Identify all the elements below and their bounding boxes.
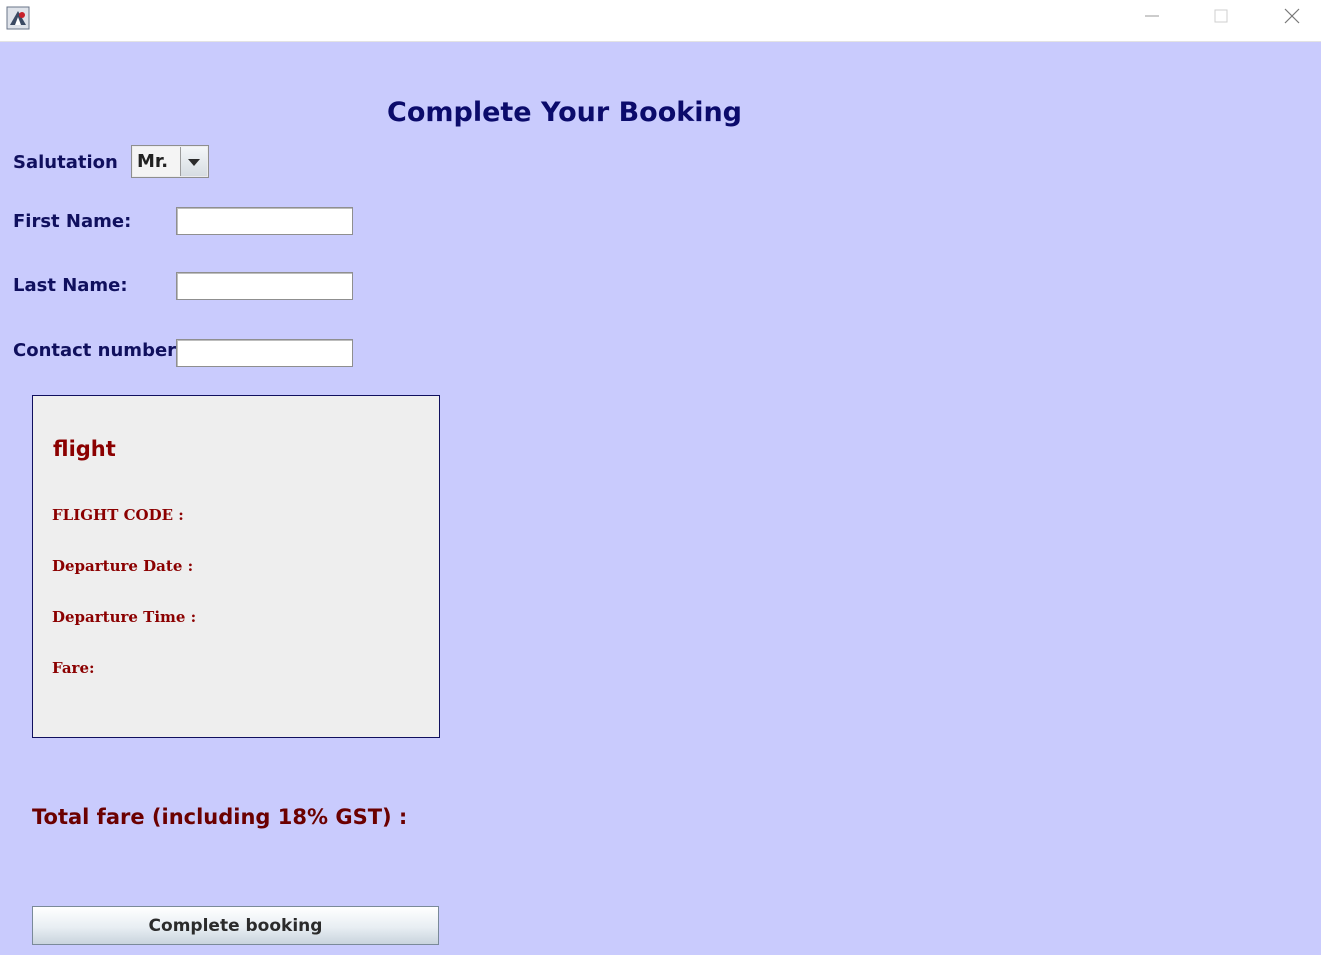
- total-fare-label: Total fare (including 18% GST) :: [32, 805, 408, 829]
- maximize-button[interactable]: [1198, 0, 1244, 36]
- minimize-icon: [1144, 8, 1160, 28]
- first-name-label: First Name:: [13, 211, 132, 232]
- last-name-field[interactable]: [176, 272, 353, 300]
- flight-panel-title: flight: [53, 437, 116, 461]
- flight-code-label: FLIGHT CODE :: [52, 506, 184, 524]
- dropdown-button[interactable]: [180, 147, 207, 176]
- departure-date-label: Departure Date :: [52, 557, 194, 575]
- booking-window: Complete Your Booking Salutation Mr. Fir…: [0, 0, 1321, 955]
- contact-number-field[interactable]: [176, 339, 353, 367]
- departure-time-label: Departure Time :: [52, 608, 197, 626]
- close-icon: [1283, 7, 1301, 29]
- maximize-icon: [1213, 8, 1229, 28]
- first-name-field[interactable]: [176, 207, 353, 235]
- close-button[interactable]: [1269, 0, 1315, 36]
- page-title: Complete Your Booking: [387, 97, 743, 128]
- minimize-button[interactable]: [1129, 0, 1175, 36]
- salutation-select[interactable]: Mr.: [131, 145, 209, 178]
- fare-label: Fare:: [52, 659, 95, 677]
- chevron-down-icon: [187, 152, 201, 171]
- contact-number-label: Contact number: [13, 340, 177, 361]
- salutation-value: Mr.: [133, 147, 181, 176]
- salutation-label: Salutation: [13, 152, 118, 173]
- flight-details-panel: flight FLIGHT CODE : Departure Date : De…: [32, 395, 440, 738]
- last-name-label: Last Name:: [13, 275, 128, 296]
- complete-booking-button[interactable]: Complete booking: [32, 906, 439, 945]
- title-bar: [0, 0, 1321, 42]
- java-app-icon: [6, 6, 30, 30]
